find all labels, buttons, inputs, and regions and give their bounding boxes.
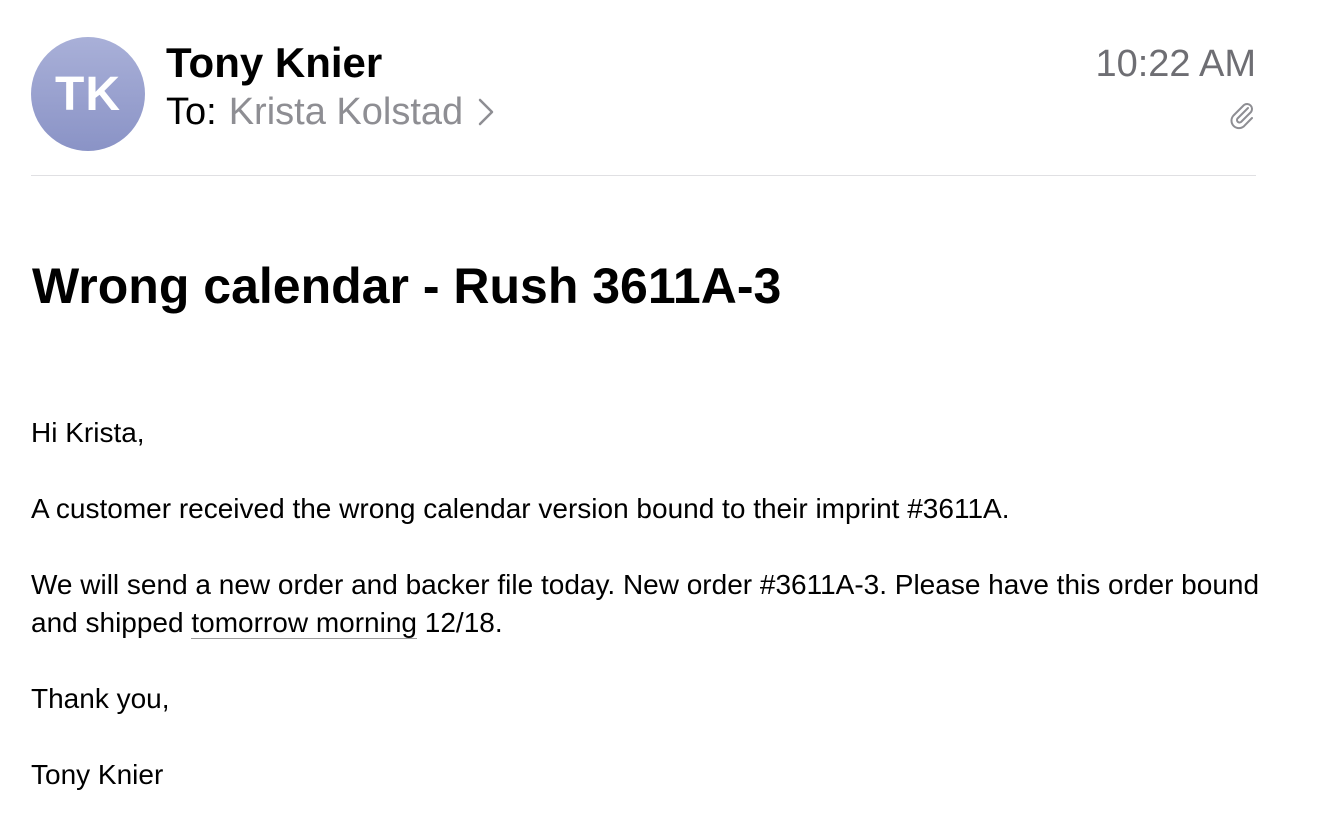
sender-name[interactable]: Tony Knier xyxy=(166,38,382,88)
to-label: To: xyxy=(166,91,217,133)
paperclip-icon[interactable] xyxy=(1226,100,1256,130)
recipient-name[interactable]: Krista Kolstad xyxy=(229,88,463,136)
chevron-right-icon[interactable] xyxy=(477,97,495,127)
body-text: 12/18. xyxy=(417,607,503,638)
closing: Thank you, xyxy=(31,683,170,714)
sender-avatar[interactable]: TK xyxy=(31,37,145,151)
recipient-row[interactable]: To: Krista Kolstad xyxy=(166,88,495,136)
message-header: TK Tony Knier To: Krista Kolstad 10:22 A… xyxy=(0,0,1318,176)
header-divider xyxy=(31,175,1256,176)
avatar-initials: TK xyxy=(55,67,121,121)
greeting: Hi Krista, xyxy=(31,417,145,448)
message-subject: Wrong calendar - Rush 3611A-3 xyxy=(32,258,782,314)
date-link[interactable]: tomorrow morning xyxy=(191,607,417,639)
signature: Tony Knier xyxy=(31,759,164,790)
message-body: Hi Krista, A customer received the wrong… xyxy=(31,414,1271,832)
body-paragraph: We will send a new order and backer file… xyxy=(31,566,1271,642)
body-paragraph: A customer received the wrong calendar v… xyxy=(31,493,1010,524)
message-time: 10:22 AM xyxy=(1095,43,1256,85)
